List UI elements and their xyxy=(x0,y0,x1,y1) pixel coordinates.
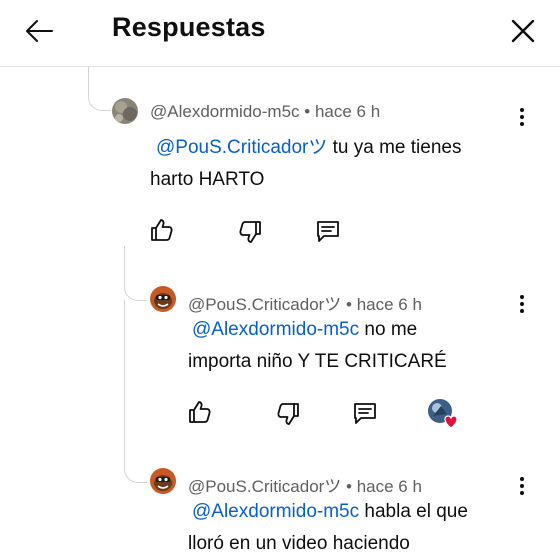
page-title: Respuestas xyxy=(112,12,266,42)
like-icon[interactable] xyxy=(186,398,214,426)
timestamp: hace 6 h xyxy=(314,102,381,121)
comment-text: @Alexdormido-m5c no me importa niño Y TE… xyxy=(188,319,447,372)
avatar[interactable] xyxy=(150,286,176,312)
thread-line xyxy=(124,300,125,442)
avatar[interactable] xyxy=(112,98,138,124)
like-icon[interactable] xyxy=(148,216,176,244)
avatar[interactable] xyxy=(150,468,176,494)
dislike-icon[interactable] xyxy=(236,218,264,246)
timestamp: hace 6 h xyxy=(356,295,422,314)
comment-text: @Alexdormido-m5c habla el que lloró en u… xyxy=(188,501,468,554)
comment-meta: @PouS.Criticadorツ • hace 6 h xyxy=(188,295,422,314)
comment-meta: @PouS.Criticadorツ • hace 6 h xyxy=(188,477,422,496)
reply-icon[interactable] xyxy=(351,399,379,427)
thread-connector xyxy=(124,266,147,301)
mention-link[interactable]: @Alexdormido-m5c xyxy=(192,319,359,340)
dislike-icon[interactable] xyxy=(274,400,302,428)
back-arrow-icon[interactable] xyxy=(22,14,56,48)
author-handle[interactable]: @PouS.Criticadorツ xyxy=(188,295,341,314)
more-options-icon[interactable] xyxy=(517,295,527,317)
mention-link[interactable]: @Alexdormido-m5c xyxy=(192,501,359,522)
creator-heart-icon xyxy=(428,399,458,429)
comment-text: @PouS.Criticadorツ tu ya me tienes harto … xyxy=(150,137,462,190)
thread-connector xyxy=(88,66,111,111)
close-icon[interactable] xyxy=(506,14,540,48)
comment-meta: @Alexdormido-m5c • hace 6 h xyxy=(150,102,381,121)
reply-icon[interactable] xyxy=(314,217,342,245)
more-options-icon[interactable] xyxy=(517,108,527,130)
top-bar: Respuestas xyxy=(0,0,560,67)
author-handle[interactable]: @PouS.Criticadorツ xyxy=(188,477,341,496)
mention-link[interactable]: @PouS.Criticadorツ xyxy=(156,137,327,158)
timestamp: hace 6 h xyxy=(356,477,422,496)
thread-connector xyxy=(124,442,147,483)
author-handle[interactable]: @Alexdormido-m5c xyxy=(150,102,300,121)
